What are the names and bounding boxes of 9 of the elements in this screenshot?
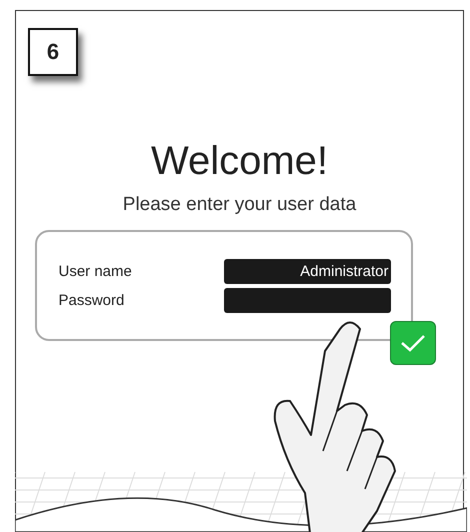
checkmark-icon: [400, 333, 426, 353]
step-number: 6: [28, 28, 78, 76]
input-field[interactable]: [224, 288, 390, 313]
field-label: User name: [58, 263, 133, 280]
confirm-button[interactable]: [390, 321, 436, 365]
welcome-title: Welcome!: [150, 138, 328, 184]
subtitle: Please enter your user data: [122, 194, 356, 216]
input-field[interactable]: Administrator: [224, 259, 390, 284]
field-label: Password: [58, 292, 126, 309]
